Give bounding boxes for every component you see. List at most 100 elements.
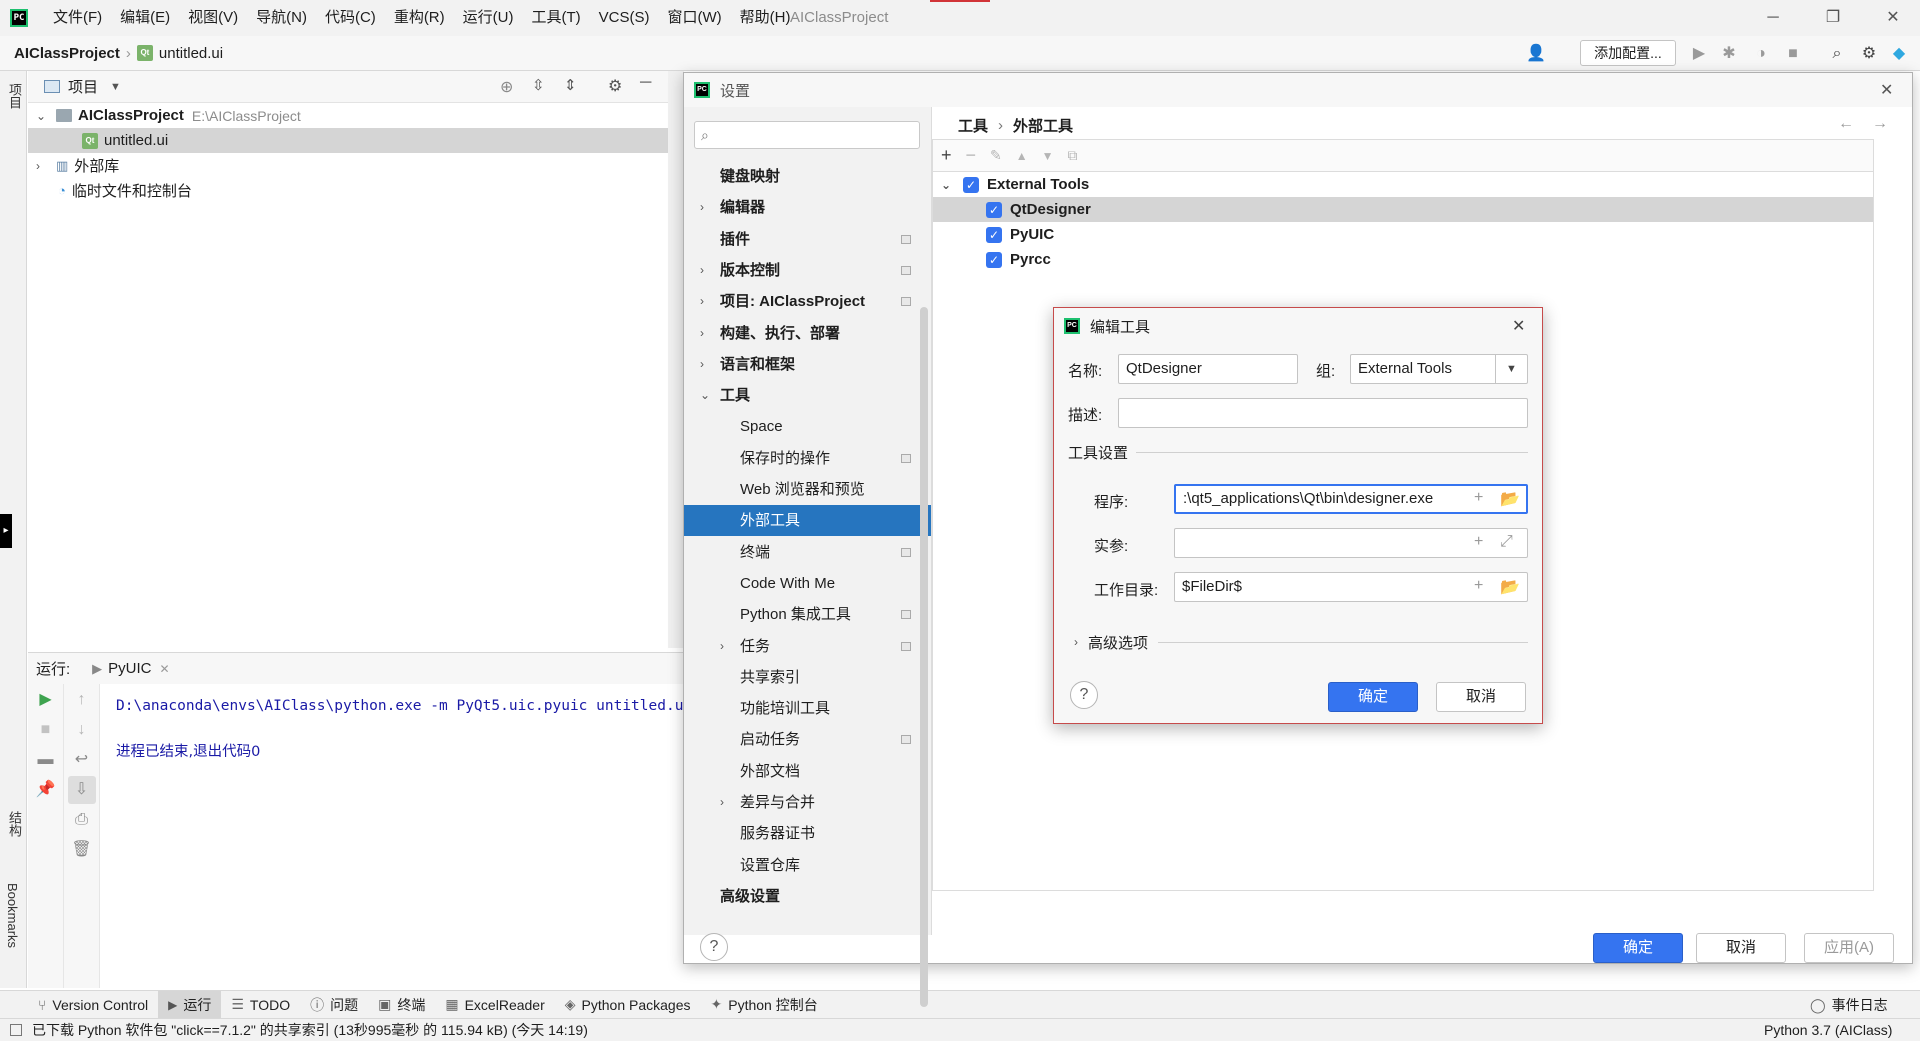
tool-group-row[interactable]: ⌄ ✓ External Tools [933,172,1873,197]
chevron-down-icon[interactable]: ⌄ [700,380,710,411]
chevron-right-icon[interactable]: › [720,631,724,662]
tool-checkbox[interactable]: ✓ [986,251,1002,268]
breadcrumb-parent[interactable]: 工具 [958,115,988,136]
arrow-up-icon[interactable]: ↑ [68,686,96,714]
console-output[interactable]: D:\anaconda\envs\AIClass\python.exe -m P… [100,684,684,988]
stop-icon[interactable]: ■ [32,716,60,744]
settings-nav-item[interactable]: 高级设置 [684,881,931,912]
coverage-icon[interactable]: ◑ [1750,43,1772,65]
settings-search-input[interactable]: ⌕ [694,121,920,149]
settings-nav-item[interactable]: 设置仓库 [684,850,931,881]
settings-ok-button[interactable]: 确定 [1593,933,1683,963]
menu-file[interactable]: 文件(F) [44,0,111,36]
trash-icon[interactable]: 🗑 [68,836,96,864]
tool-checkbox[interactable]: ✓ [986,201,1002,218]
edit-icon[interactable]: ✎ [990,147,1002,164]
settings-nav-item[interactable]: 共享索引 [684,662,931,693]
settings-nav-item[interactable]: 插件 [684,224,931,255]
add-configuration-button[interactable]: 添加配置... [1580,40,1676,66]
settings-nav-item[interactable]: Web 浏览器和预览 [684,474,931,505]
stripe-bookmarks-tab[interactable]: Bookmarks [5,883,20,948]
chevron-down-icon[interactable]: ⌄ [36,109,48,123]
settings-nav-item[interactable]: › 差异与合并 [684,787,931,818]
help-icon[interactable]: ? [1070,681,1098,709]
python-interpreter[interactable]: Python 3.7 (AIClass) [1764,1022,1892,1038]
settings-nav-item[interactable]: Space [684,411,931,442]
group-checkbox[interactable]: ✓ [963,176,979,193]
chevron-down-icon[interactable]: ▼ [1495,355,1527,383]
stripe-project-tab[interactable]: 项目 [5,83,24,109]
chevron-right-icon[interactable]: › [700,286,704,317]
settings-nav-item[interactable]: ⌄ 工具 [684,380,931,411]
settings-nav-item[interactable]: › 项目: AIClassProject [684,286,931,317]
user-icon[interactable]: 👤 [1525,43,1547,65]
settings-nav-item[interactable]: 外部工具 [684,505,931,537]
minimize-button[interactable]: ─ [1750,0,1796,36]
stop-icon[interactable]: ■ [1782,43,1804,65]
tool-row-pyuic[interactable]: ✓ PyUIC [933,222,1873,247]
rerun-icon[interactable]: ▶ [32,686,60,714]
menu-view[interactable]: 视图(V) [179,0,247,36]
breadcrumb-file[interactable]: untitled.ui [159,45,223,62]
menu-navigate[interactable]: 导航(N) [247,0,316,36]
menu-run[interactable]: 运行(U) [454,0,523,36]
tab-python-console[interactable]: ✦ Python 控制台 [701,991,828,1019]
tree-scratches[interactable]: ◔ 临时文件和控制台 [28,178,668,203]
close-window-button[interactable]: ✕ [1870,0,1916,36]
expand-arrow-icon[interactable]: ▸ [0,514,12,548]
debug-icon[interactable]: ✱ [1718,43,1740,65]
status-message[interactable]: 已下载 Python 软件包 "click==7.1.2" 的共享索引 (13秒… [32,1020,588,1040]
name-field[interactable]: QtDesigner [1118,354,1298,384]
settings-nav-item[interactable]: 启动任务 [684,724,931,755]
chevron-right-icon[interactable]: › [720,787,724,818]
layout-icon[interactable]: ▬ [32,746,60,774]
chevron-right-icon[interactable]: › [700,318,704,349]
insert-macro-icon[interactable]: + [1474,533,1483,551]
settings-nav-item[interactable]: › 构建、执行、部署 [684,318,931,349]
chevron-right-icon[interactable]: › [700,349,704,380]
tree-external-libs[interactable]: › ▥ 外部库 [28,153,668,178]
tab-terminal[interactable]: ▣ 终端 [368,991,435,1019]
settings-nav-item[interactable]: › 任务 [684,631,931,662]
locate-file-icon[interactable]: ⊕ [500,77,513,97]
advanced-options-toggle[interactable]: › 高级选项 [1074,630,1528,654]
close-icon[interactable]: ✕ [1512,316,1525,336]
hide-panel-icon[interactable]: ─ [640,74,651,92]
soft-wrap-icon[interactable]: ↩ [68,746,96,774]
settings-nav-item[interactable]: 外部文档 [684,756,931,787]
menu-vcs[interactable]: VCS(S) [590,0,659,36]
close-tab-icon[interactable]: ✕ [160,662,170,676]
tool-row-pyrcc[interactable]: ✓ Pyrcc [933,247,1873,272]
settings-apply-button[interactable]: 应用(A) [1804,933,1894,963]
menu-tools[interactable]: 工具(T) [522,0,589,36]
forward-arrow-icon[interactable]: → [1872,115,1888,133]
back-arrow-icon[interactable]: ← [1838,115,1854,133]
arrow-down-icon[interactable]: ↓ [68,716,96,744]
close-icon[interactable]: ✕ [1880,80,1893,100]
settings-nav-scrollbar[interactable] [920,307,928,1007]
menu-code[interactable]: 代码(C) [316,0,385,36]
settings-nav-item[interactable]: › 编辑器 [684,192,931,223]
search-icon[interactable]: ⌕ [1826,43,1848,65]
settings-nav-item[interactable]: 服务器证书 [684,818,931,849]
move-up-icon[interactable]: ▲ [1016,149,1028,163]
insert-macro-icon[interactable]: + [1474,489,1483,507]
settings-cancel-button[interactable]: 取消 [1696,933,1786,963]
group-dropdown[interactable]: External Tools ▼ [1350,354,1528,384]
pin-icon[interactable]: 📌 [32,776,60,804]
search-input-text[interactable] [712,127,903,143]
description-field[interactable] [1118,398,1528,428]
expand-field-icon[interactable]: ⤢ [1500,533,1513,551]
status-toggle-icon[interactable] [10,1024,22,1036]
tree-root[interactable]: ⌄ AIClassProject E:\AIClassProject [28,103,668,128]
tab-excel-reader[interactable]: ▦ ExcelReader [435,991,554,1019]
chevron-down-icon[interactable]: ▼ [110,81,121,93]
settings-nav-item[interactable]: 保存时的操作 [684,443,931,474]
scroll-to-end-icon[interactable]: ⇩ [67,776,96,804]
remove-icon[interactable]: − [966,145,977,166]
collapse-all-icon[interactable]: ⇕ [564,76,577,94]
chevron-right-icon[interactable]: › [36,159,48,173]
run-tab-pyuic[interactable]: PyUIC [108,660,151,677]
stripe-structure-tab[interactable]: 结构 [5,811,24,837]
print-icon[interactable]: ⎙ [68,806,96,834]
